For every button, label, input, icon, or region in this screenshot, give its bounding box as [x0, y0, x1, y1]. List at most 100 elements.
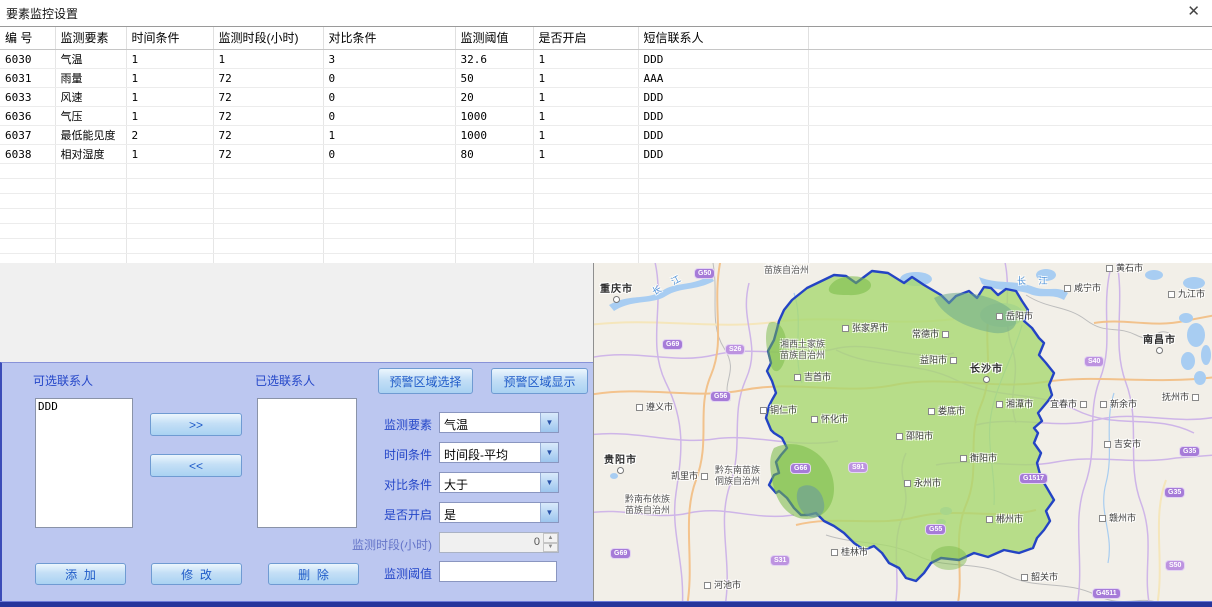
compare-condition-select[interactable]: 大于 ▼ [439, 472, 559, 493]
region-label: 湘西土家族 苗族自治州 [780, 339, 825, 361]
table-cell [808, 126, 1212, 145]
table-cell [126, 194, 213, 209]
move-left-button[interactable]: << [150, 454, 242, 477]
delete-button[interactable]: 删 除 [268, 563, 359, 585]
table-cell [808, 107, 1212, 126]
element-select[interactable]: 气温 ▼ [439, 412, 559, 433]
table-cell [808, 164, 1212, 179]
list-item[interactable]: DDD [38, 400, 130, 413]
table-cell [323, 209, 455, 224]
city-label: 南昌市 [1143, 335, 1176, 354]
table-cell [55, 179, 126, 194]
table-row[interactable] [0, 164, 1212, 179]
column-header[interactable]: 对比条件 [323, 27, 455, 50]
table-cell [455, 179, 533, 194]
table-cell [213, 224, 323, 239]
table-cell: 6031 [0, 69, 55, 88]
threshold-input[interactable] [439, 561, 557, 582]
enabled-label: 是否开启 [300, 506, 432, 523]
period-hours-spinner[interactable]: 0 ▲ ▼ [439, 532, 559, 553]
table-cell [533, 209, 638, 224]
table-cell [455, 224, 533, 239]
modify-button[interactable]: 修 改 [151, 563, 242, 585]
province-map[interactable]: 重庆市长 江长 江恩施土家族 苗族自治州黄石市咸宁市九江市岳阳市张家界市常德市湘… [593, 263, 1212, 607]
city-marker-icon [1192, 394, 1199, 401]
column-header[interactable]: 监测阈值 [455, 27, 533, 50]
table-cell: 1 [533, 50, 638, 69]
move-right-button[interactable]: >> [150, 413, 242, 436]
city-label: 抚州市 [1162, 392, 1199, 403]
city-marker-icon [904, 480, 911, 487]
table-cell: 6033 [0, 88, 55, 107]
table-cell [533, 164, 638, 179]
column-header[interactable] [808, 27, 1212, 50]
table-cell: 1 [213, 50, 323, 69]
table-row[interactable]: 6031雨量1720501AAA [0, 69, 1212, 88]
road-badge: G50 [694, 268, 715, 279]
table-cell [0, 164, 55, 179]
city-label: 桂林市 [831, 547, 868, 558]
add-button[interactable]: 添 加 [35, 563, 126, 585]
table-cell: 最低能见度 [55, 126, 126, 145]
warning-area-show-button[interactable]: 预警区域显示 [491, 368, 588, 394]
table-row[interactable]: 6030气温11332.61DDD [0, 50, 1212, 69]
table-cell [455, 209, 533, 224]
column-header[interactable]: 短信联系人 [638, 27, 808, 50]
column-header[interactable]: 是否开启 [533, 27, 638, 50]
table-row[interactable]: 6037最低能见度272110001DDD [0, 126, 1212, 145]
table-cell: 1 [533, 145, 638, 164]
table-cell [808, 50, 1212, 69]
table-cell [0, 179, 55, 194]
city-marker-icon [1064, 285, 1071, 292]
enabled-select[interactable]: 是 ▼ [439, 502, 559, 523]
column-header[interactable]: 监测要素 [55, 27, 126, 50]
table-cell: 72 [213, 145, 323, 164]
city-label: 新余市 [1100, 399, 1137, 410]
table-row[interactable]: 6033风速1720201DDD [0, 88, 1212, 107]
column-header[interactable]: 时间条件 [126, 27, 213, 50]
table-row[interactable] [0, 224, 1212, 239]
city-marker-icon [831, 549, 838, 556]
column-header[interactable]: 监测时段(小时) [213, 27, 323, 50]
column-header[interactable]: 编 号 [0, 27, 55, 50]
city-label: 常德市 [912, 329, 949, 340]
chevron-down-icon[interactable]: ▼ [540, 413, 558, 432]
table-cell: 72 [213, 69, 323, 88]
table-row[interactable] [0, 179, 1212, 194]
region-label: 黔东南苗族 侗族自治州 [715, 465, 760, 487]
selected-contacts-label: 已选联系人 [255, 372, 315, 389]
table-cell: 相对湿度 [55, 145, 126, 164]
table-row[interactable] [0, 239, 1212, 254]
chevron-down-icon[interactable]: ▼ [540, 503, 558, 522]
available-contacts-list[interactable]: DDD [35, 398, 133, 528]
table-cell: DDD [638, 88, 808, 107]
spin-down-icon[interactable]: ▼ [543, 543, 558, 553]
table-cell: 1000 [455, 126, 533, 145]
region-label: 恩施土家族 苗族自治州 [764, 263, 809, 276]
table-row[interactable]: 6036气压172010001DDD [0, 107, 1212, 126]
city-marker-icon [996, 401, 1003, 408]
close-icon[interactable]: ✕ [1187, 3, 1200, 21]
city-label: 湘潭市 [996, 399, 1033, 410]
chevron-down-icon[interactable]: ▼ [540, 473, 558, 492]
table-row[interactable]: 6038相对湿度1720801DDD [0, 145, 1212, 164]
table-cell [213, 239, 323, 254]
city-label: 长沙市 [970, 364, 1003, 383]
table-row[interactable] [0, 209, 1212, 224]
table-cell [323, 194, 455, 209]
table-row[interactable] [0, 194, 1212, 209]
table-cell: 3 [323, 50, 455, 69]
road-badge: G4511 [1092, 588, 1121, 599]
time-condition-select[interactable]: 时间段-平均 ▼ [439, 442, 559, 463]
city-marker-icon [636, 404, 643, 411]
spin-up-icon[interactable]: ▲ [543, 533, 558, 543]
chevron-down-icon[interactable]: ▼ [540, 443, 558, 462]
road-badge: G56 [710, 391, 731, 402]
table-cell: 6038 [0, 145, 55, 164]
table-cell [0, 209, 55, 224]
table-cell [808, 88, 1212, 107]
city-marker-icon [1021, 574, 1028, 581]
warning-area-select-button[interactable]: 预警区域选择 [378, 368, 473, 394]
city-marker-icon [1099, 515, 1106, 522]
table-cell [126, 179, 213, 194]
